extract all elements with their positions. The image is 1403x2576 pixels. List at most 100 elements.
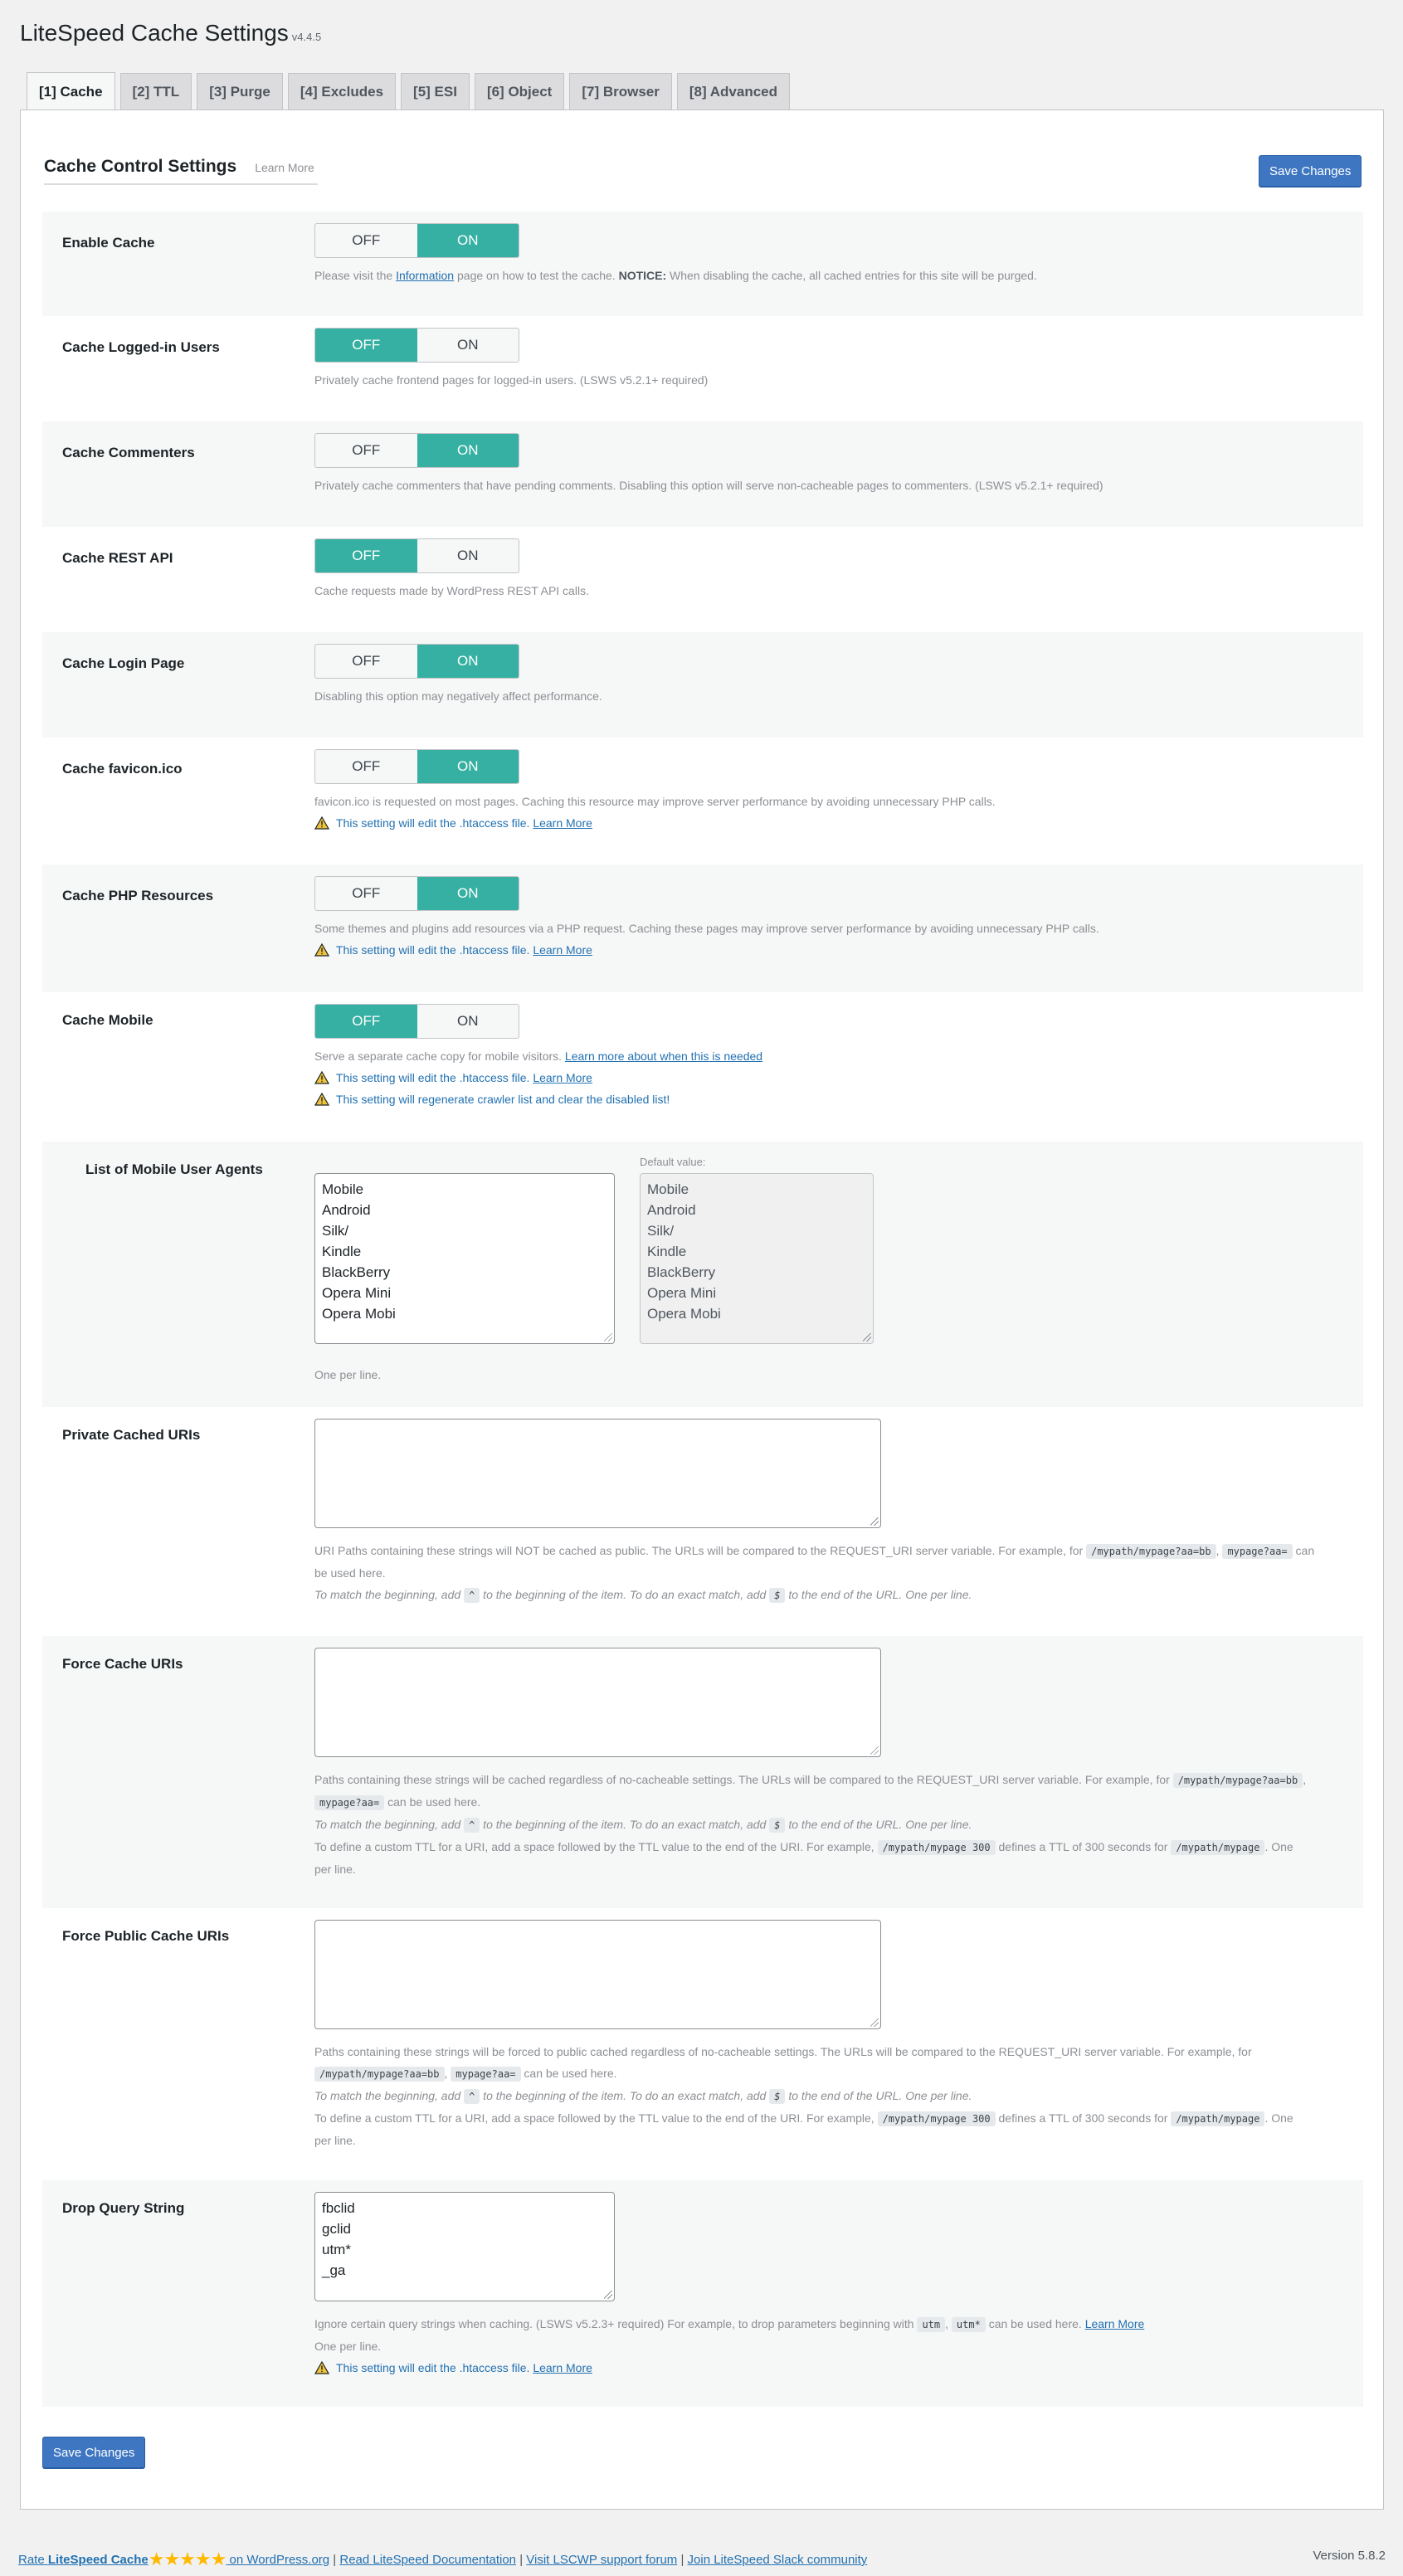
cache-commenters-toggle[interactable]: OFF ON <box>314 433 519 468</box>
toggle-off[interactable]: OFF <box>315 877 417 910</box>
toggle-off[interactable]: OFF <box>315 1005 417 1038</box>
warning-icon <box>314 943 329 957</box>
resize-grip-icon[interactable] <box>604 2291 612 2299</box>
warning-icon <box>314 2361 329 2374</box>
cache-php-toggle[interactable]: OFF ON <box>314 876 519 911</box>
settings-panel: Cache Control Settings Learn More Save Ch… <box>20 110 1384 2510</box>
toggle-off[interactable]: OFF <box>315 539 417 572</box>
cache-rest-desc: Cache requests made by WordPress REST AP… <box>314 584 589 597</box>
toggle-on[interactable]: ON <box>417 645 519 678</box>
warning-icon <box>314 1093 329 1106</box>
tab-browser[interactable]: [7] Browser <box>569 73 672 110</box>
toggle-on[interactable]: ON <box>417 1005 519 1038</box>
learn-more-link[interactable]: Learn More <box>533 943 592 957</box>
cache-mobile-desc: Serve a separate cache copy for mobile v… <box>314 1049 763 1063</box>
toggle-off[interactable]: OFF <box>315 224 417 257</box>
rating-stars-icon[interactable]: ★★★★★ <box>149 2549 227 2569</box>
mobile-learn-more-link[interactable]: Learn more about when this is needed <box>565 1049 762 1063</box>
force-public-uris-desc: Paths containing these strings will be f… <box>314 2045 1252 2082</box>
row-drop-query-string: Drop Query String fbclid gclid utm* _ga … <box>42 2180 1363 2407</box>
resize-grip-icon[interactable] <box>870 1746 879 1755</box>
cache-commenters-label: Cache Commenters <box>62 445 195 460</box>
force-uris-match-hint: To match the beginning, add ^ to the beg… <box>314 1818 972 1833</box>
enable-cache-desc: Please visit the Information page on how… <box>314 269 1037 282</box>
force-uris-label: Force Cache URIs <box>62 1656 183 1672</box>
slack-link[interactable]: Join LiteSpeed Slack community <box>688 2553 868 2567</box>
drop-qs-desc: Ignore certain query strings when cachin… <box>314 2317 1145 2353</box>
resize-grip-icon[interactable] <box>604 1333 612 1342</box>
cache-login-toggle[interactable]: OFF ON <box>314 644 519 679</box>
learn-more-link[interactable]: Learn More <box>533 1071 592 1084</box>
warning-icon <box>314 816 329 830</box>
settings-tabs: [1] Cache [2] TTL [3] Purge [4] Excludes… <box>27 72 790 110</box>
force-uris-desc: Paths containing these strings will be c… <box>314 1773 1307 1810</box>
tab-ttl[interactable]: [2] TTL <box>119 73 192 110</box>
toggle-on[interactable]: ON <box>417 434 519 467</box>
row-cache-favicon: Cache favicon.ico OFF ON favicon.ico is … <box>42 738 1363 864</box>
toggle-off[interactable]: OFF <box>315 645 417 678</box>
row-force-public-uris: Force Public Cache URIs Paths containing… <box>42 1908 1363 2180</box>
docs-link[interactable]: Read LiteSpeed Documentation <box>339 2553 516 2567</box>
tab-object[interactable]: [6] Object <box>474 73 565 110</box>
private-uris-match-hint: To match the beginning, add ^ to the beg… <box>314 1588 972 1603</box>
cache-mobile-toggle[interactable]: OFF ON <box>314 1004 519 1039</box>
row-cache-login: Cache Login Page OFF ON Disabling this o… <box>42 632 1363 738</box>
rate-link[interactable]: Rate LiteSpeed Cache★★★★★ on WordPress.o… <box>18 2549 329 2569</box>
cache-logged-in-desc: Privately cache frontend pages for logge… <box>314 373 709 387</box>
toggle-off[interactable]: OFF <box>315 434 417 467</box>
drop-qs-learn-more-link[interactable]: Learn More <box>1085 2317 1145 2330</box>
section-header: Cache Control Settings Learn More <box>44 150 1385 185</box>
cache-commenters-desc: Privately cache commenters that have pen… <box>314 479 1103 492</box>
htaccess-warning: This setting will edit the .htaccess fil… <box>314 1067 1355 1088</box>
tab-excludes[interactable]: [4] Excludes <box>287 73 397 110</box>
resize-grip-icon[interactable] <box>870 1517 879 1526</box>
page-title: LiteSpeed Cache Settings v4.4.5 <box>20 20 321 46</box>
row-mobile-agents: List of Mobile User Agents Mobile Androi… <box>42 1142 1363 1407</box>
cache-login-desc: Disabling this option may negatively aff… <box>314 689 602 703</box>
plugin-version: v4.4.5 <box>291 31 322 43</box>
tab-cache[interactable]: [1] Cache <box>27 72 115 110</box>
save-changes-button-top[interactable]: Save Changes <box>1259 155 1362 187</box>
cache-favicon-desc: favicon.ico is requested on most pages. … <box>314 795 996 808</box>
force-public-uris-ttl-hint: To define a custom TTL for a URI, add a … <box>314 2111 1293 2147</box>
force-public-uris-textarea[interactable] <box>314 1920 881 2029</box>
section-learn-more-link[interactable]: Learn More <box>255 161 314 174</box>
row-cache-commenters: Cache Commenters OFF ON Privately cache … <box>42 421 1363 527</box>
toggle-on[interactable]: ON <box>417 539 519 572</box>
toggle-on[interactable]: ON <box>417 224 519 257</box>
tab-esi[interactable]: [5] ESI <box>401 73 470 110</box>
save-changes-button-bottom[interactable]: Save Changes <box>42 2437 146 2468</box>
toggle-off[interactable]: OFF <box>315 329 417 362</box>
cache-php-label: Cache PHP Resources <box>62 888 214 903</box>
toggle-on[interactable]: ON <box>417 329 519 362</box>
force-uris-ttl-hint: To define a custom TTL for a URI, add a … <box>314 1840 1293 1876</box>
row-force-uris: Force Cache URIs Paths containing these … <box>42 1636 1363 1908</box>
row-enable-cache: Enable Cache OFF ON Please visit the Inf… <box>42 212 1363 316</box>
cache-favicon-toggle[interactable]: OFF ON <box>314 749 519 784</box>
enable-cache-toggle[interactable]: OFF ON <box>314 223 519 258</box>
toggle-on[interactable]: ON <box>417 877 519 910</box>
enable-cache-label: Enable Cache <box>62 235 155 251</box>
cache-mobile-label: Cache Mobile <box>62 1012 153 1028</box>
learn-more-link[interactable]: Learn More <box>533 2361 592 2374</box>
private-uris-textarea[interactable] <box>314 1419 881 1528</box>
force-uris-textarea[interactable] <box>314 1648 881 1757</box>
drop-qs-textarea[interactable]: fbclid gclid utm* _ga <box>314 2192 615 2301</box>
cache-logged-in-toggle[interactable]: OFF ON <box>314 328 519 363</box>
toggle-off[interactable]: OFF <box>315 750 417 783</box>
mobile-agents-label: List of Mobile User Agents <box>85 1161 263 1177</box>
forum-link[interactable]: Visit LSCWP support forum <box>526 2553 677 2567</box>
toggle-on[interactable]: ON <box>417 750 519 783</box>
cache-rest-label: Cache REST API <box>62 550 173 566</box>
information-link[interactable]: Information <box>396 269 454 282</box>
row-cache-logged-in: Cache Logged-in Users OFF ON Privately c… <box>42 316 1363 421</box>
resize-grip-icon[interactable] <box>870 2018 879 2027</box>
mobile-agents-textarea[interactable]: Mobile Android Silk/ Kindle BlackBerry O… <box>314 1173 615 1344</box>
warning-icon <box>314 1071 329 1084</box>
section-title-text: Cache Control Settings <box>44 157 237 176</box>
cache-rest-toggle[interactable]: OFF ON <box>314 538 519 573</box>
tab-advanced[interactable]: [8] Advanced <box>676 73 790 110</box>
force-public-uris-label: Force Public Cache URIs <box>62 1928 230 1944</box>
tab-purge[interactable]: [3] Purge <box>197 73 283 110</box>
learn-more-link[interactable]: Learn More <box>533 816 592 830</box>
